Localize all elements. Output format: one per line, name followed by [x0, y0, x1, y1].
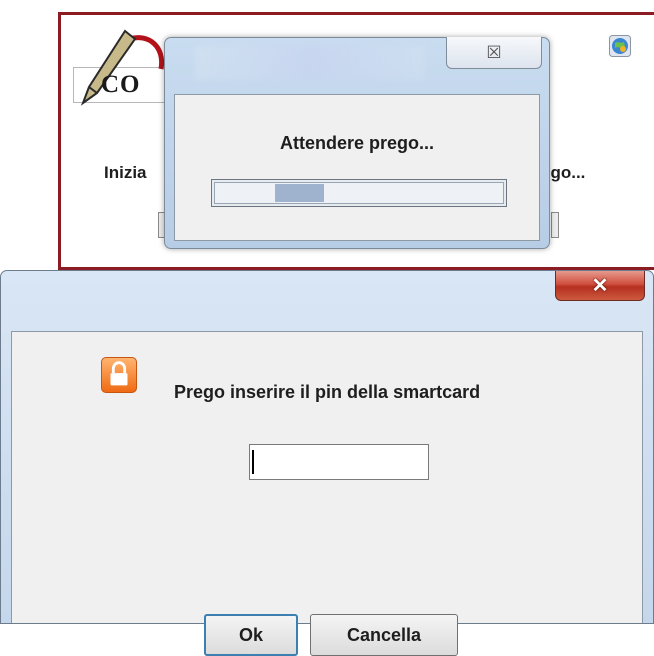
pin-prompt-label: Prego inserire il pin della smartcard — [174, 382, 481, 402]
progress-bar — [211, 179, 507, 207]
globe-icon[interactable] — [609, 35, 631, 57]
progress-dialog-body: Attendere prego... — [174, 94, 540, 241]
close-icon: ☒ — [486, 42, 502, 62]
close-icon: ✕ — [591, 275, 609, 297]
progress-bar-indicator — [275, 184, 324, 202]
logo-text: CO — [101, 71, 141, 98]
progress-dialog-close-button[interactable]: ☒ — [446, 37, 542, 69]
pin-dialog: ✕ Prego inserire il pin della smartcard … — [0, 270, 654, 656]
text-caret — [252, 450, 254, 474]
pin-dialog-close-button[interactable]: ✕ — [555, 271, 645, 301]
pin-input[interactable] — [249, 444, 429, 480]
background-button-edge-right[interactable] — [551, 212, 559, 238]
app-logo: CO — [69, 25, 179, 111]
ok-button[interactable]: Ok — [204, 614, 298, 656]
background-status-text-left: Inizia — [104, 163, 147, 182]
lock-icon — [101, 357, 137, 393]
cancel-button[interactable]: Cancella — [310, 614, 458, 656]
pin-dialog-body: Prego inserire il pin della smartcard Ok… — [11, 331, 643, 656]
wait-message: Attendere prego... — [279, 133, 435, 153]
progress-dialog: ☒ Attendere prego... — [164, 37, 550, 249]
